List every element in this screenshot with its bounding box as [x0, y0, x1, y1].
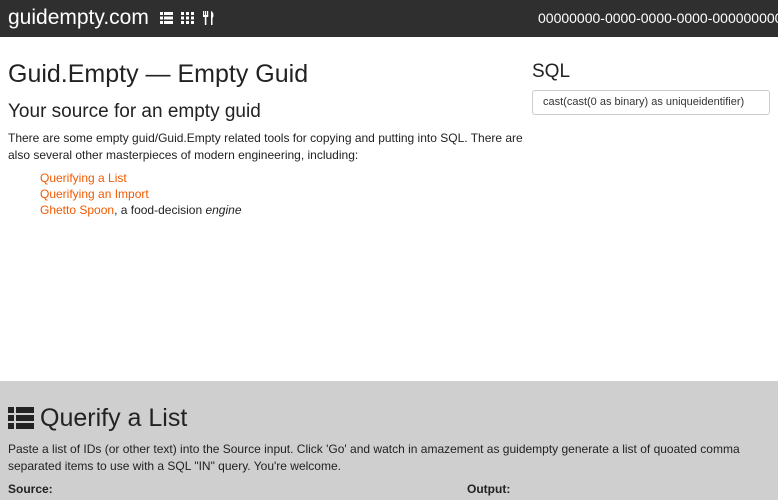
list-item: Querifying an Import: [40, 186, 242, 202]
sql-heading: SQL: [532, 61, 571, 82]
source-label: Source:: [8, 482, 53, 496]
output-label: Output:: [467, 482, 511, 496]
page-title: Guid.Empty — Empty Guid: [8, 60, 309, 88]
page-tagline: Your source for an empty guid: [8, 101, 261, 122]
querify-title-text: Querify a List: [40, 404, 188, 432]
querifying-import-link[interactable]: Querifying an Import: [40, 187, 149, 201]
grid-icon[interactable]: [181, 11, 194, 25]
querify-title: Querify a List: [8, 403, 187, 433]
tools-link-list: Querifying a List Querifying an Import G…: [40, 170, 242, 218]
empty-guid-display[interactable]: 00000000-0000-0000-0000-000000000000: [538, 9, 778, 27]
ghetto-spoon-description: , a food-decision: [114, 203, 206, 217]
list-icon[interactable]: [160, 11, 173, 25]
nav-icon-group: [160, 11, 215, 25]
list-item: Querifying a List: [40, 170, 242, 186]
sql-snippet-field[interactable]: cast(cast(0 as binary) as uniqueidentifi…: [532, 90, 770, 115]
ghetto-spoon-link[interactable]: Ghetto Spoon: [40, 203, 114, 217]
brand-link[interactable]: guidempty.com: [8, 5, 149, 31]
top-navbar: guidempty.com 00000000-0000-0000-0000-00…: [0, 0, 778, 37]
ghetto-spoon-emphasis: engine: [205, 203, 242, 217]
list-item: Ghetto Spoon, a food-decision engine: [40, 202, 242, 218]
utensils-icon[interactable]: [202, 11, 215, 25]
intro-paragraph: There are some empty guid/Guid.Empty rel…: [8, 131, 523, 162]
list-icon: [8, 407, 34, 429]
querifying-list-link[interactable]: Querifying a List: [40, 171, 127, 185]
querify-description: Paste a list of IDs (or other text) into…: [8, 442, 740, 473]
querify-section: Querify a List Paste a list of IDs (or o…: [0, 381, 778, 500]
